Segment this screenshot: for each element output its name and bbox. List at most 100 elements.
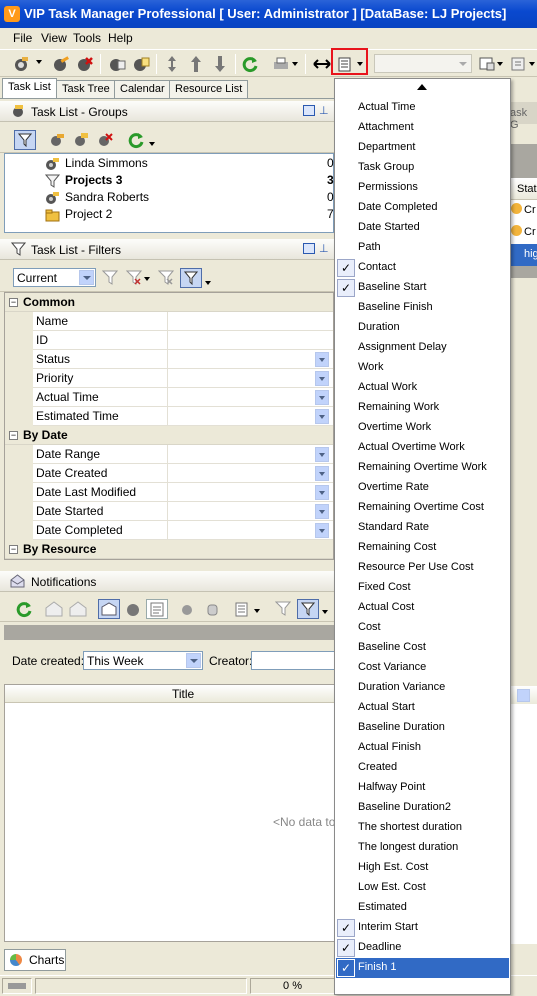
column-menu-item[interactable]: Duration Variance bbox=[336, 678, 509, 698]
tab-task-tree[interactable]: Task Tree bbox=[56, 80, 116, 98]
chevron-down-icon[interactable] bbox=[254, 609, 260, 613]
column-menu-item[interactable]: Cost Variance bbox=[336, 658, 509, 678]
column-menu-item[interactable]: Low Est. Cost bbox=[336, 878, 509, 898]
column-menu-item[interactable]: Path bbox=[336, 238, 509, 258]
column-menu-item[interactable]: Overtime Rate bbox=[336, 478, 509, 498]
chevron-down-icon[interactable] bbox=[79, 270, 94, 285]
tab-task-list[interactable]: Task List bbox=[2, 78, 57, 98]
column-menu-item[interactable]: Baseline Cost bbox=[336, 638, 509, 658]
filter-options-icon[interactable] bbox=[126, 270, 142, 286]
filter-icon[interactable] bbox=[275, 601, 291, 617]
mark-read-icon[interactable] bbox=[45, 601, 63, 617]
tab-resource-list[interactable]: Resource List bbox=[169, 80, 249, 98]
chevron-down-icon[interactable] bbox=[315, 504, 329, 519]
filter-property-row[interactable]: Actual Time bbox=[5, 388, 333, 407]
tree-item-sandra-roberts[interactable]: Sandra Roberts 0 bbox=[5, 189, 335, 206]
chevron-down-icon[interactable] bbox=[459, 62, 467, 66]
column-menu-item[interactable]: The longest duration bbox=[336, 838, 509, 858]
column-menu-item[interactable]: Actual Cost bbox=[336, 598, 509, 618]
column-menu-item[interactable]: Fixed Cost bbox=[336, 578, 509, 598]
menu-help[interactable]: Help bbox=[108, 31, 133, 45]
column-menu-item[interactable]: ✓ Interim Start bbox=[336, 918, 509, 938]
delete-task-icon[interactable] bbox=[76, 55, 94, 73]
column-menu-item[interactable]: Remaining Overtime Work bbox=[336, 458, 509, 478]
column-menu-item[interactable]: Halfway Point bbox=[336, 778, 509, 798]
export-icon[interactable] bbox=[510, 55, 528, 73]
column-menu-item[interactable]: Estimated bbox=[336, 898, 509, 918]
column-menu-item[interactable]: Baseline Duration2 bbox=[336, 798, 509, 818]
collapse-icon[interactable]: − bbox=[9, 431, 18, 440]
collapse-icon[interactable]: − bbox=[9, 298, 18, 307]
delete-notification-icon[interactable] bbox=[179, 601, 197, 617]
chevron-down-icon[interactable] bbox=[36, 60, 42, 64]
column-menu-item[interactable]: Remaining Overtime Cost bbox=[336, 498, 509, 518]
chevron-down-icon[interactable] bbox=[517, 689, 530, 702]
creator-field[interactable] bbox=[251, 651, 335, 670]
filter-mode-button[interactable] bbox=[180, 268, 202, 288]
chevron-down-icon[interactable] bbox=[315, 371, 329, 386]
column-menu-item[interactable]: ✓ Contact bbox=[336, 258, 509, 278]
chevron-down-icon[interactable] bbox=[315, 485, 329, 500]
filter-category-1[interactable]: − By Date bbox=[5, 426, 333, 445]
filter-mode-button[interactable] bbox=[297, 599, 319, 619]
tree-item-linda-simmons[interactable]: Linda Simmons 0 bbox=[5, 155, 335, 172]
edit-group-icon[interactable] bbox=[72, 132, 90, 148]
refresh-icon[interactable] bbox=[241, 55, 259, 73]
tab-calendar[interactable]: Calendar bbox=[114, 80, 171, 98]
column-menu-item[interactable]: Created bbox=[336, 758, 509, 778]
chevron-down-icon[interactable] bbox=[315, 523, 329, 538]
refresh-icon[interactable] bbox=[127, 131, 145, 149]
column-menu-item[interactable]: Overtime Work bbox=[336, 418, 509, 438]
task-properties-icon[interactable] bbox=[108, 55, 126, 73]
column-menu-item[interactable]: Date Started bbox=[336, 218, 509, 238]
chevron-down-icon[interactable] bbox=[315, 447, 329, 462]
apply-filter-icon[interactable] bbox=[102, 270, 118, 286]
chevron-down-icon[interactable] bbox=[315, 466, 329, 481]
status-column-header[interactable]: Stat bbox=[508, 178, 537, 200]
column-menu-item[interactable]: Baseline Finish bbox=[336, 298, 509, 318]
column-menu-item[interactable]: ✓ Finish 1 bbox=[336, 958, 509, 978]
filter-property-row[interactable]: Name bbox=[5, 312, 333, 331]
column-menu-item[interactable]: Date Completed bbox=[336, 198, 509, 218]
column-menu-item[interactable]: Remaining Cost bbox=[336, 538, 509, 558]
menu-tools[interactable]: Tools bbox=[73, 31, 101, 45]
menu-view[interactable]: View bbox=[41, 31, 67, 45]
column-menu-item[interactable]: Actual Work bbox=[336, 378, 509, 398]
chevron-down-icon[interactable] bbox=[315, 409, 329, 424]
column-menu-item[interactable]: Task Group bbox=[336, 158, 509, 178]
filter-property-row[interactable]: ID bbox=[5, 331, 333, 350]
column-menu-item[interactable]: High Est. Cost bbox=[336, 858, 509, 878]
show-notifications-button[interactable] bbox=[98, 599, 120, 619]
chevron-down-icon[interactable] bbox=[149, 142, 155, 146]
chevron-down-icon[interactable] bbox=[322, 610, 328, 614]
mark-all-read-icon[interactable] bbox=[69, 601, 87, 617]
notification-settings-icon[interactable] bbox=[124, 601, 142, 617]
column-menu-item[interactable]: Assignment Delay bbox=[336, 338, 509, 358]
hand-icon[interactable] bbox=[203, 601, 221, 617]
column-menu-item[interactable]: Actual Finish bbox=[336, 738, 509, 758]
column-menu-item[interactable]: Department bbox=[336, 138, 509, 158]
add-group-icon[interactable] bbox=[48, 132, 66, 148]
column-menu-item[interactable]: Actual Overtime Work bbox=[336, 438, 509, 458]
print-icon[interactable] bbox=[272, 55, 290, 73]
filter-property-row[interactable]: Date Range bbox=[5, 445, 333, 464]
title-column-header[interactable]: Title bbox=[5, 685, 336, 703]
column-menu-item[interactable]: Standard Rate bbox=[336, 518, 509, 538]
column-menu-item[interactable]: Duration bbox=[336, 318, 509, 338]
column-menu-item[interactable]: Actual Start bbox=[336, 698, 509, 718]
chevron-down-icon[interactable] bbox=[144, 277, 150, 281]
scroll-up-arrow-icon[interactable] bbox=[335, 79, 510, 95]
filter-property-row[interactable]: Status bbox=[5, 350, 333, 369]
columns-chooser-icon[interactable] bbox=[234, 601, 252, 617]
column-menu-item[interactable]: Permissions bbox=[336, 178, 509, 198]
table-row[interactable]: hig bbox=[508, 244, 537, 266]
filter-property-row[interactable]: Date Completed bbox=[5, 521, 333, 540]
filter-property-row[interactable]: Priority bbox=[5, 369, 333, 388]
filter-category-0[interactable]: − Common bbox=[5, 293, 333, 312]
chevron-down-icon[interactable] bbox=[205, 281, 211, 285]
task-notes-icon[interactable] bbox=[132, 55, 150, 73]
charts-tab[interactable]: Charts bbox=[4, 949, 66, 971]
move-up-down-icon[interactable] bbox=[163, 55, 181, 73]
pin-icon[interactable]: ⊥ bbox=[319, 104, 329, 117]
edit-task-icon[interactable] bbox=[52, 55, 70, 73]
